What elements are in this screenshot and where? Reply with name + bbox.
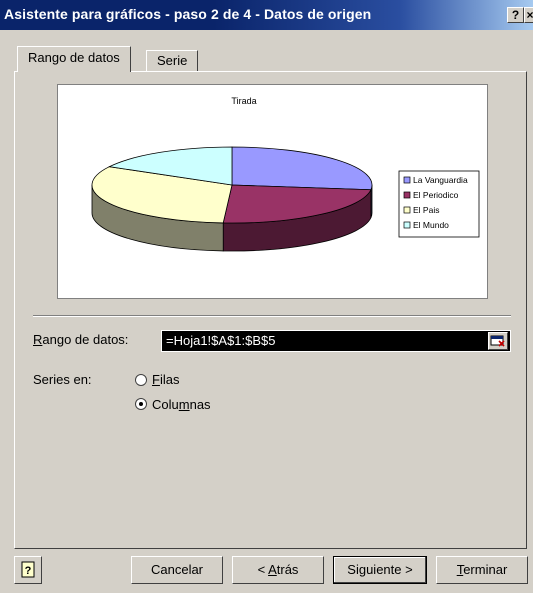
help-button[interactable]: ? (14, 556, 42, 584)
pie-slice-la-vanguardia (231, 146, 373, 191)
help-title-button[interactable]: ? (507, 7, 524, 23)
chart-preview: Tirada La Vanguardia El Periodico El Pais El… (57, 84, 488, 299)
legend-swatch (403, 221, 411, 229)
title-bar: Asistente para gráficos - paso 2 de 4 - … (0, 0, 533, 30)
range-label: Rango de datos: (33, 332, 129, 347)
legend-label: El Mundo (413, 220, 449, 230)
legend-label: La Vanguardia (413, 175, 468, 185)
cancel-button[interactable]: Cancelar (131, 556, 223, 584)
back-button[interactable]: < Atrás (232, 556, 324, 584)
separator (33, 315, 511, 317)
finish-button[interactable]: Terminar (436, 556, 528, 584)
radio-filas[interactable] (135, 374, 147, 386)
chart-wizard-dialog: Asistente para gráficos - paso 2 de 4 - … (0, 0, 533, 593)
collapse-dialog-button[interactable] (488, 332, 508, 350)
window-title: Asistente para gráficos - paso 2 de 4 - … (4, 6, 372, 22)
next-button[interactable]: Siguiente > (333, 556, 427, 584)
radio-filas-label[interactable]: Filas (152, 372, 179, 387)
chart-legend: La Vanguardia El Periodico El Pais El Mundo (398, 170, 480, 238)
legend-label: El Periodico (413, 190, 459, 200)
tab-rango-de-datos[interactable]: Rango de datos (17, 46, 131, 72)
chart-title: Tirada (231, 96, 256, 106)
radio-selected-dot (139, 402, 143, 406)
legend-swatch (403, 206, 411, 214)
collapse-icon (490, 335, 505, 347)
legend-swatch (403, 191, 411, 199)
tab-serie[interactable]: Serie (146, 50, 199, 72)
legend-swatch (403, 176, 411, 184)
range-input[interactable]: =Hoja1!$A$1:$B$5 (161, 330, 511, 352)
radio-columnas[interactable] (135, 398, 147, 410)
legend-label: El Pais (413, 205, 439, 215)
help-icon: ? (21, 561, 35, 578)
close-button[interactable]: × (524, 7, 533, 23)
radio-columnas-label[interactable]: Columnas (152, 397, 211, 412)
pie-chart: Tirada La Vanguardia El Periodico El Pais El… (91, 96, 480, 252)
pie-tops (91, 146, 373, 224)
svg-text:?: ? (25, 565, 32, 577)
series-in-label: Series en: (33, 372, 92, 387)
